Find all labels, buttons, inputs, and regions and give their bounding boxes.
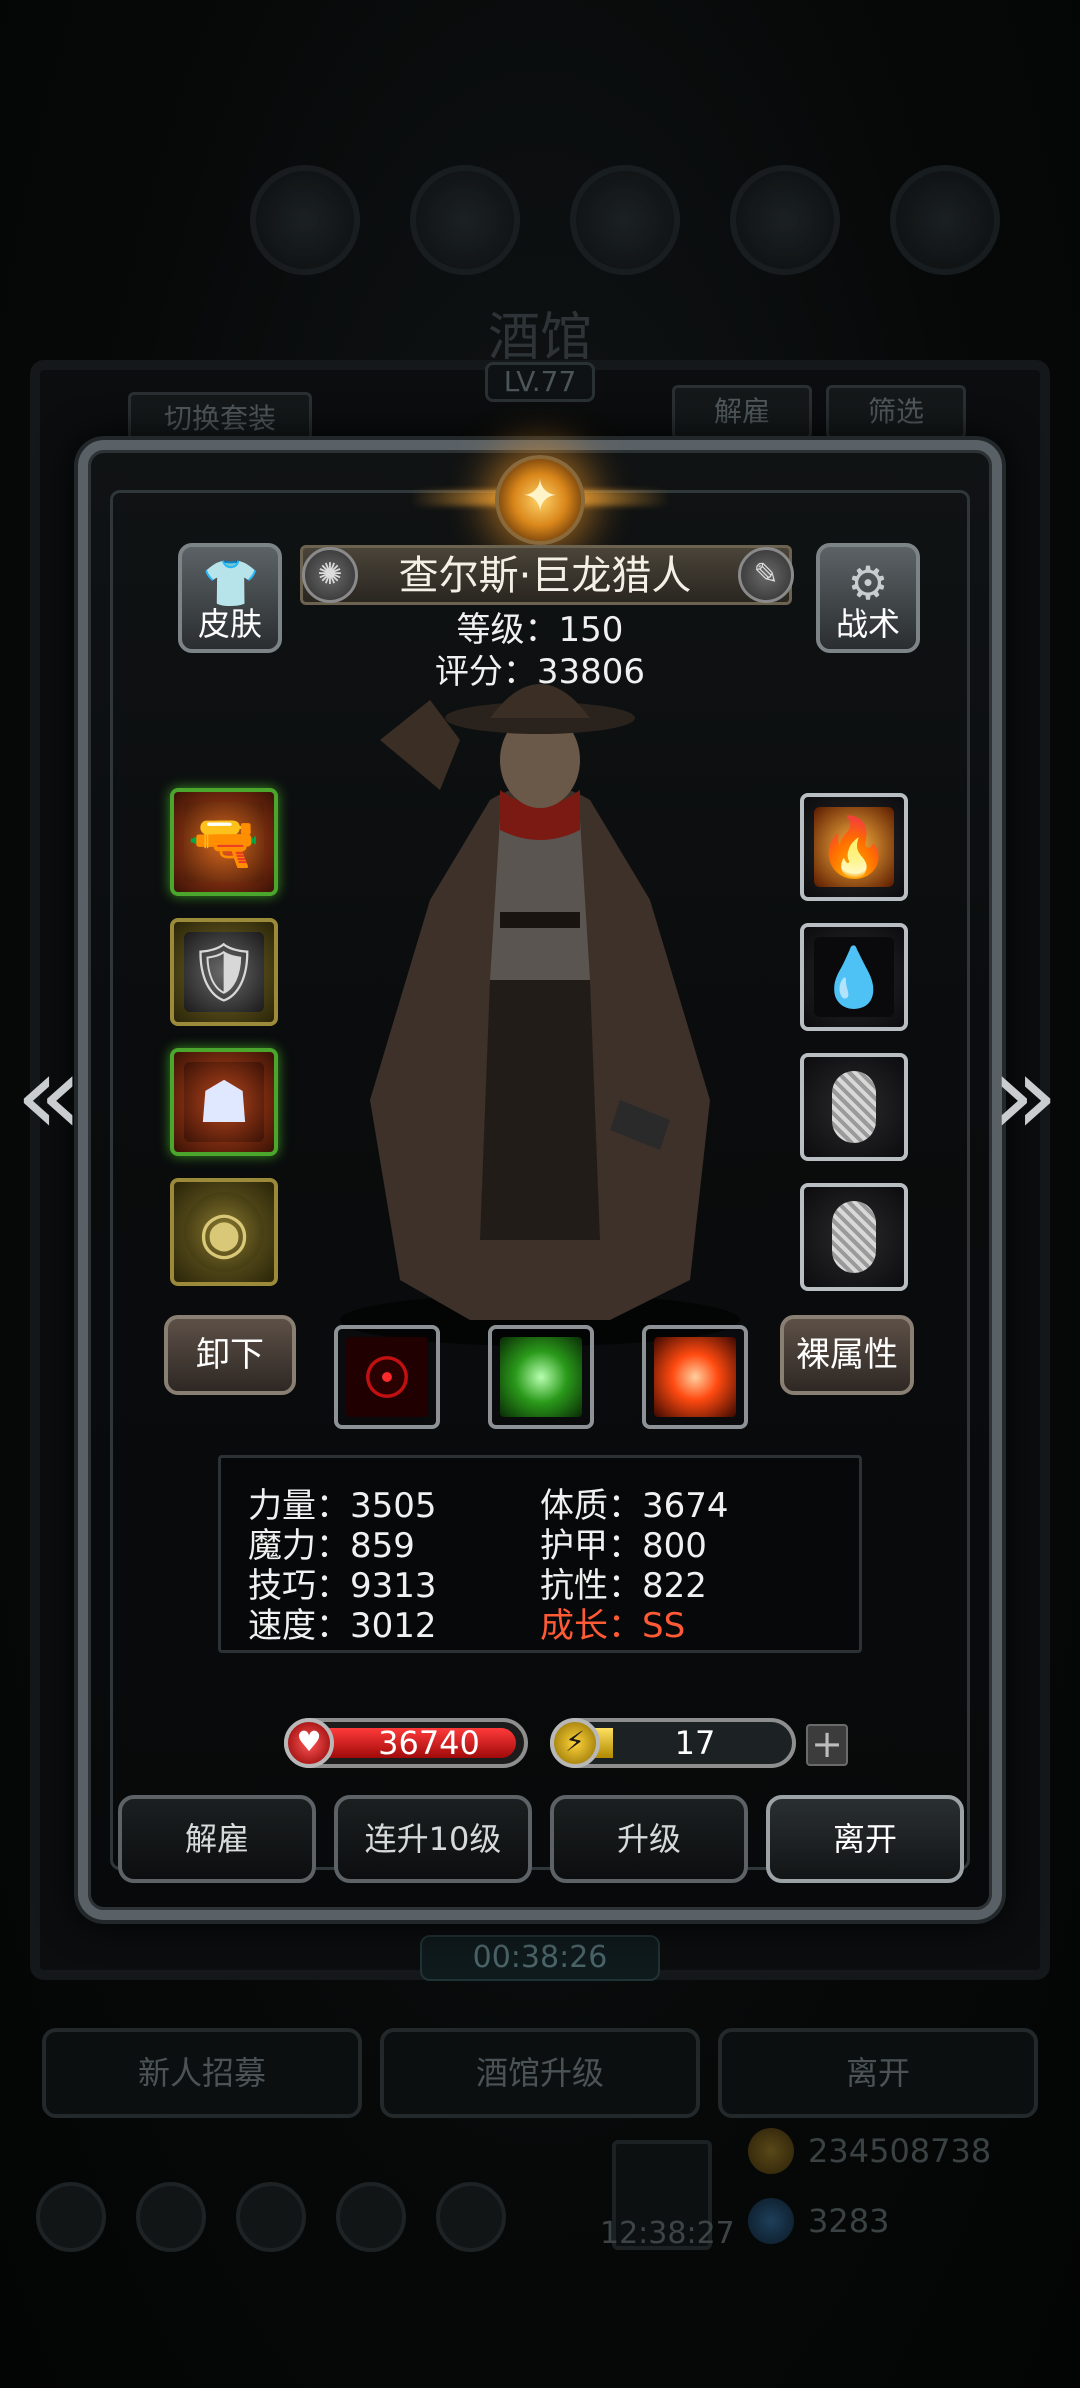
base-attributes-button[interactable]: 裸属性: [780, 1315, 914, 1395]
recruit-button: 新人招募: [42, 2028, 362, 2118]
next-hero-arrow-icon[interactable]: »: [990, 1040, 1060, 1150]
upgrade-tavern-button: 酒馆升级: [380, 2028, 700, 2118]
rename-icon[interactable]: ✎: [738, 547, 794, 603]
equip-slot-empty[interactable]: [800, 1183, 908, 1291]
equip-slot-ring[interactable]: 🔥: [800, 793, 908, 901]
unequip-button[interactable]: 卸下: [164, 1315, 296, 1395]
empty-slot-icon: [832, 1201, 876, 1273]
green-beast-icon: [500, 1337, 582, 1417]
armor-icon: 🛡: [184, 932, 264, 1012]
clock-text: 12:38:27: [600, 2216, 735, 2251]
top-menu-icon: [250, 165, 360, 275]
add-energy-button[interactable]: +: [806, 1724, 848, 1766]
equip-slot-empty[interactable]: [800, 1053, 908, 1161]
equip-slot-gem[interactable]: 💧: [800, 923, 908, 1031]
bottom-menu-icon: [36, 2182, 106, 2252]
emblem-icon: ✦: [495, 455, 585, 545]
bottom-menu-icon: [336, 2182, 406, 2252]
top-menu-icon: [570, 165, 680, 275]
tavern-leave-button: 离开: [718, 2028, 1038, 2118]
shotgun-icon: 🔫: [184, 802, 264, 882]
empty-slot-icon: [832, 1071, 876, 1143]
level-up-10-button[interactable]: 连升10级: [334, 1795, 532, 1883]
dismiss-button[interactable]: 解雇: [118, 1795, 316, 1883]
blue-gem-icon: 💧: [814, 937, 894, 1017]
switch-outfit-tab: 切换套装: [128, 392, 312, 446]
stat-growth: 成长：SS: [540, 1606, 686, 1646]
hero-portrait: [340, 684, 740, 1346]
top-menu-icon: [890, 165, 1000, 275]
energy-value: 17: [674, 1724, 716, 1762]
tavern-title: 酒馆: [487, 308, 592, 368]
leave-button[interactable]: 离开: [766, 1795, 964, 1883]
heart-icon: ♥: [284, 1718, 334, 1768]
prev-hero-arrow-icon[interactable]: «: [14, 1040, 84, 1150]
crosshair-icon: [346, 1337, 428, 1417]
mask-icon: ☗: [184, 1062, 264, 1142]
top-menu-icon: [730, 165, 840, 275]
level-up-button[interactable]: 升级: [550, 1795, 748, 1883]
skill-slot-3[interactable]: [642, 1325, 748, 1429]
hp-value: 36740: [378, 1724, 480, 1762]
equip-slot-weapon[interactable]: 🔫: [170, 788, 278, 896]
gold-amount: 234508738: [808, 2132, 992, 2170]
skill-slot-1[interactable]: [334, 1325, 440, 1429]
lightning-icon: ⚡: [550, 1718, 600, 1768]
recruit-timer: 00:38:26: [420, 1935, 660, 1981]
equip-slot-shield[interactable]: ◉: [170, 1178, 278, 1286]
tavern-level: LV.77: [485, 362, 595, 402]
bottom-menu-icon: [436, 2182, 506, 2252]
filter-tab: 筛选: [826, 385, 966, 439]
dismiss-tab: 解雇: [672, 385, 812, 439]
skill-slot-2[interactable]: [488, 1325, 594, 1429]
stat-speed: 速度：3012: [248, 1606, 437, 1646]
bottom-menu-icon: [236, 2182, 306, 2252]
gem-icon: [748, 2198, 794, 2244]
shield-icon: ◉: [184, 1192, 264, 1272]
equip-slot-armor[interactable]: 🛡: [170, 918, 278, 1026]
gem-amount: 3283: [808, 2202, 890, 2240]
bottom-menu-icon: [136, 2182, 206, 2252]
fire-ring-icon: 🔥: [814, 807, 894, 887]
red-cross-icon: [654, 1337, 736, 1417]
hero-name: 查尔斯·巨龙猎人: [398, 553, 692, 599]
gold-coin-icon: [748, 2128, 794, 2174]
top-menu-icon: [410, 165, 520, 275]
equip-slot-helmet[interactable]: ☗: [170, 1048, 278, 1156]
